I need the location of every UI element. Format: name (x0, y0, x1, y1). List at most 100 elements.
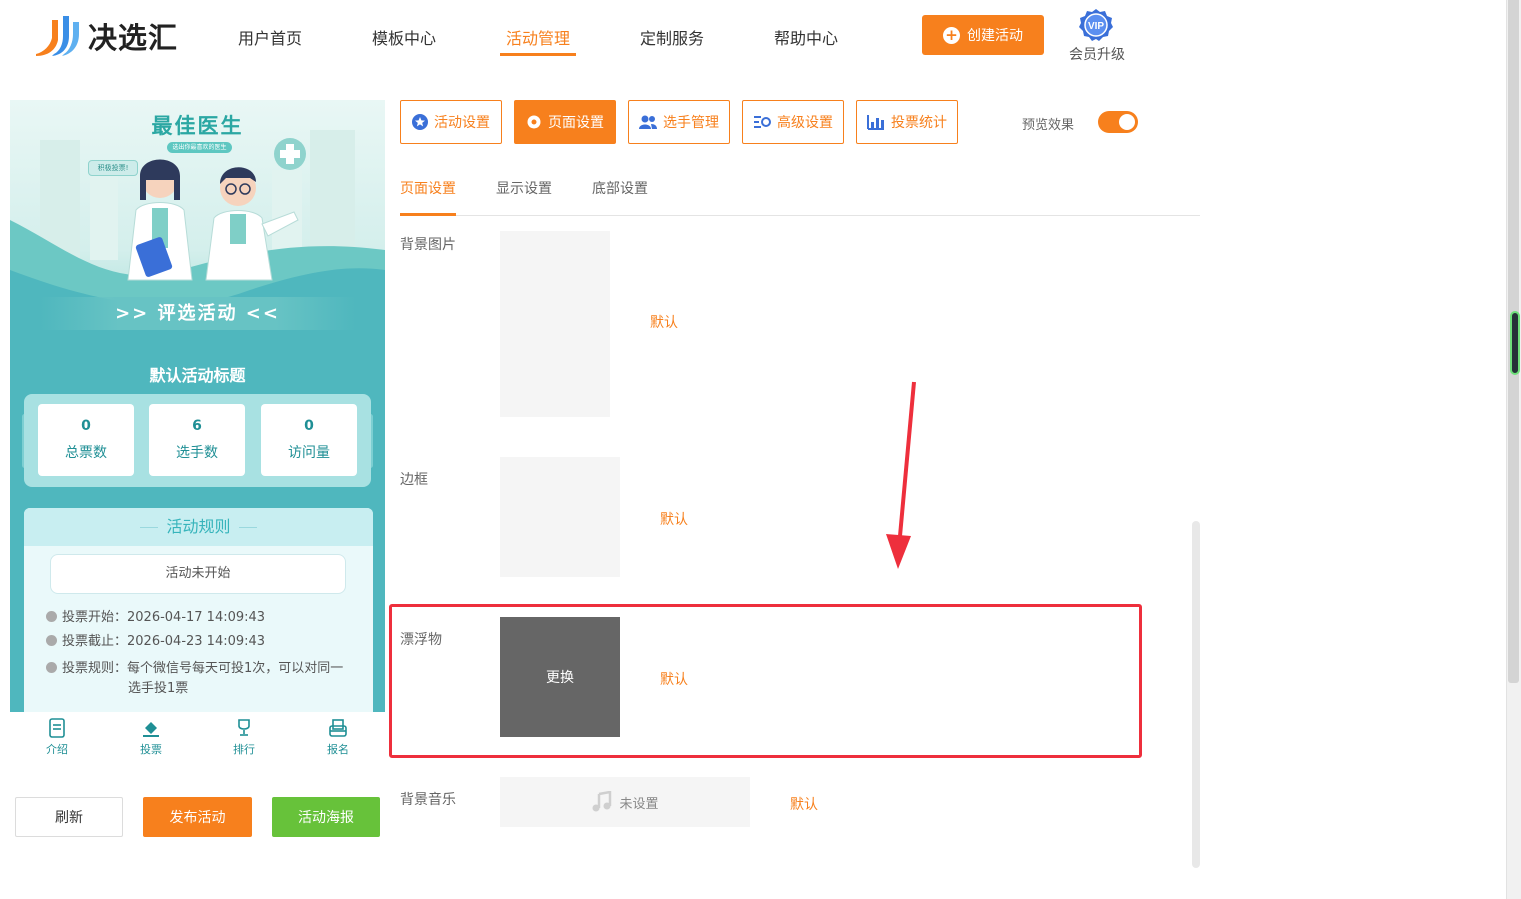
background-music-default-link[interactable]: 默认 (790, 794, 818, 814)
info-icon (46, 662, 57, 673)
subtab-page-settings[interactable]: 页面设置 (400, 178, 456, 198)
document-icon (49, 718, 65, 738)
settings-scrollbar[interactable] (1192, 521, 1200, 868)
bar-chart-icon (867, 115, 884, 130)
rules-divider-left (140, 527, 159, 528)
vip-badge[interactable]: VIP (1078, 8, 1114, 42)
preview-effect-toggle[interactable] (1098, 111, 1138, 133)
tab-ranking[interactable]: 排行 (214, 718, 274, 757)
preview-banner: 最佳医生 选出你最喜欢的医生 积极投票! >> 评选活动 << (10, 100, 385, 350)
vote-start-line: 投票开始：2026-04-17 14:09:43 (46, 606, 265, 625)
background-music-picker[interactable]: 未设置 (500, 777, 750, 827)
vote-end-line: 投票截止：2026-04-23 14:09:43 (46, 630, 265, 649)
advanced-settings-label: 高级设置 (777, 115, 833, 131)
nav-activity-management[interactable]: 活动管理 (504, 25, 572, 48)
plus-icon: + (943, 26, 960, 44)
page-settings-label: 页面设置 (548, 115, 604, 131)
contestant-management-label: 选手管理 (663, 115, 719, 131)
subtab-active-indicator (400, 213, 456, 216)
preview-tabbar: 介绍 投票 排行 报名 (10, 712, 385, 768)
stat-label: 访问量 (288, 445, 330, 461)
tab-label: 投票 (140, 743, 162, 756)
logo-mark-icon (30, 14, 82, 58)
music-note-icon (592, 791, 612, 812)
background-image-label: 背景图片 (400, 237, 456, 253)
page-scrollbar-marker (1510, 311, 1520, 375)
mobile-preview: 最佳医生 选出你最喜欢的医生 积极投票! >> 评选活动 << 默认活动标题 0… (10, 100, 385, 712)
activity-settings-button[interactable]: 活动设置 (400, 100, 502, 144)
border-thumbnail[interactable] (500, 457, 620, 577)
banner-subtitle: 选出你最喜欢的医生 (167, 142, 232, 153)
nav-active-underline (500, 53, 576, 56)
vote-rule-line-2: 选手投1票 (128, 681, 189, 696)
star-icon (412, 114, 428, 130)
create-activity-button[interactable]: + 创建活动 (922, 15, 1044, 55)
vote-rule-text: 投票规则：每个微信号每天可投1次，可以对同一 (62, 661, 344, 676)
tab-label: 报名 (327, 743, 349, 756)
vote-statistics-button[interactable]: 投票统计 (856, 100, 958, 144)
create-activity-label: 创建活动 (967, 28, 1023, 44)
stat-visits: 0 访问量 (261, 404, 357, 476)
activity-settings-label: 活动设置 (434, 115, 490, 131)
stat-value: 6 (192, 418, 202, 434)
border-label: 边框 (400, 472, 428, 488)
background-music-label: 背景音乐 (400, 792, 456, 808)
nav-user-home[interactable]: 用户首页 (236, 25, 304, 48)
red-arrow-annotation (886, 381, 916, 569)
nav-custom-service[interactable]: 定制服务 (638, 25, 706, 48)
activity-poster-button[interactable]: 活动海报 (272, 797, 380, 837)
floater-default-link[interactable]: 默认 (660, 669, 688, 689)
floater-label: 漂浮物 (400, 632, 442, 648)
signup-icon (329, 719, 347, 737)
brand-name: 决选汇 (88, 21, 179, 55)
banner-title: 最佳医生 (151, 114, 244, 138)
vote-rule-line: 投票规则：每个微信号每天可投1次，可以对同一 (46, 657, 343, 676)
vote-end-text: 投票截止：2026-04-23 14:09:43 (62, 634, 266, 649)
stat-value: 0 (304, 418, 314, 434)
vote-icon (143, 722, 159, 737)
rules-title: 活动规则 (166, 517, 231, 536)
nav-help-center[interactable]: 帮助中心 (772, 25, 840, 48)
trophy-icon (238, 719, 250, 736)
preview-effect-label: 预览效果 (1022, 118, 1075, 133)
brand-logo[interactable]: 决选汇 (30, 14, 190, 58)
publish-activity-button[interactable]: 发布活动 (143, 797, 252, 837)
subtab-display-settings[interactable]: 显示设置 (496, 178, 552, 198)
border-default-link[interactable]: 默认 (660, 509, 688, 529)
tab-label: 介绍 (46, 743, 68, 756)
subtab-footer-settings[interactable]: 底部设置 (592, 178, 648, 198)
rules-header: 活动规则 (24, 508, 373, 546)
contestant-management-button[interactable]: 选手管理 (628, 100, 730, 144)
nav-template-center[interactable]: 模板中心 (370, 25, 438, 48)
stat-label: 选手数 (176, 445, 218, 461)
tab-vote[interactable]: 投票 (121, 718, 181, 757)
member-upgrade-label[interactable]: 会员升级 (1066, 44, 1128, 64)
rules-divider-right (238, 527, 257, 528)
subtab-divider (400, 215, 1200, 216)
activity-status: 活动未开始 (50, 554, 346, 594)
advanced-settings-button[interactable]: 高级设置 (742, 100, 844, 144)
floater-replace-button[interactable]: 更换 (500, 617, 620, 737)
users-icon (639, 115, 657, 129)
tab-signup[interactable]: 报名 (308, 718, 368, 757)
gear-icon (527, 115, 541, 129)
banner-tag: 积极投票! (88, 160, 138, 176)
background-image-thumbnail[interactable] (500, 231, 610, 417)
page-settings-button[interactable]: 页面设置 (514, 100, 616, 144)
vote-statistics-label: 投票统计 (891, 115, 947, 131)
tab-intro[interactable]: 介绍 (27, 718, 87, 757)
activity-title: 默认活动标题 (149, 366, 246, 385)
banner-ribbon: >> 评选活动 << (40, 297, 355, 330)
clock-icon (46, 635, 57, 646)
tab-label: 排行 (233, 743, 255, 756)
vip-badge-text: VIP (1088, 21, 1104, 32)
background-music-value: 未设置 (619, 796, 659, 812)
background-image-default-link[interactable]: 默认 (650, 312, 678, 332)
clock-icon (46, 611, 57, 622)
sliders-icon (754, 116, 771, 128)
stats-panel: 0 总票数 6 选手数 0 访问量 (24, 394, 371, 487)
rules-panel: 活动规则 活动未开始 投票开始：2026-04-17 14:09:43 投票截止… (24, 508, 373, 712)
stat-value: 0 (81, 418, 91, 434)
stat-total-votes: 0 总票数 (38, 404, 134, 476)
refresh-button[interactable]: 刷新 (15, 797, 123, 837)
